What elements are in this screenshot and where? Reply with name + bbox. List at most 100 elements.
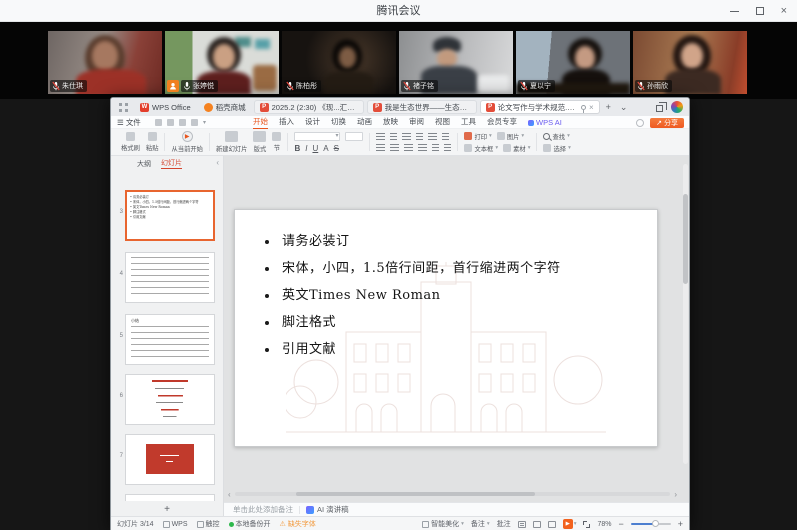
file-menu[interactable]: ☰ 文件 <box>117 116 141 129</box>
new-slide-button[interactable]: 新建幻灯片 <box>216 131 247 153</box>
tab-document-2[interactable]: P 我是生态世界——生态批评视角下的... <box>367 100 477 114</box>
zoom-out-button[interactable]: − <box>618 519 623 529</box>
tab-wps-home[interactable]: W WPS Office <box>135 100 196 114</box>
notes-toggle-button[interactable]: 备注▾ <box>471 519 490 529</box>
italic-button[interactable]: I <box>305 144 307 153</box>
indent-increase-icon[interactable] <box>416 133 423 141</box>
tab-docer-mall[interactable]: 稻壳商城 <box>199 100 251 114</box>
wps-status-item[interactable]: WPS <box>163 521 188 528</box>
zoom-in-button[interactable]: + <box>678 519 683 529</box>
normal-view-icon[interactable] <box>518 521 526 528</box>
zoom-slider[interactable] <box>631 523 671 526</box>
user-avatar[interactable] <box>671 101 683 113</box>
slide-sorter-view-icon[interactable] <box>533 521 541 528</box>
undo-icon[interactable] <box>179 119 186 126</box>
redo-icon[interactable] <box>191 119 198 126</box>
numbered-list-icon[interactable] <box>390 133 397 141</box>
pin-icon[interactable] <box>581 105 586 110</box>
speaker-notes-bar[interactable]: 单击此处添加备注 AI 演讲稿 <box>224 502 690 516</box>
justify-icon[interactable] <box>418 144 427 152</box>
ribbon-tab-insert[interactable]: 插入 <box>279 116 294 130</box>
quick-access-caret-icon[interactable]: ▾ <box>203 119 206 126</box>
ribbon-tab-animation[interactable]: 动画 <box>357 116 372 130</box>
line-spacing-icon[interactable] <box>428 133 437 141</box>
slide-thumbnail[interactable] <box>125 494 215 501</box>
font-size-select[interactable] <box>345 132 363 141</box>
align-center-icon[interactable] <box>390 144 399 152</box>
find-button[interactable]: 查找▾ <box>543 132 569 141</box>
select-button[interactable]: 选择▾ <box>543 144 570 153</box>
missing-font-warning[interactable]: ⚠ 缺失字体 <box>280 519 316 529</box>
bold-button[interactable]: B <box>294 144 300 153</box>
ribbon-tab-transition[interactable]: 切换 <box>331 116 346 130</box>
slide-thumbnail[interactable] <box>125 374 215 425</box>
ai-speech-button[interactable]: AI 演讲稿 <box>306 504 349 515</box>
app-grid-icon[interactable] <box>119 103 128 112</box>
share-button[interactable]: ↗ 分享 <box>650 118 684 128</box>
paragraph-settings-icon[interactable] <box>444 144 451 152</box>
minimize-icon[interactable] <box>730 11 739 12</box>
strikethrough-button[interactable]: S <box>334 144 339 153</box>
font-name-select[interactable] <box>294 132 340 141</box>
slide-thumbnail[interactable]: 小结 <box>125 314 215 365</box>
bullet-list-icon[interactable] <box>376 133 385 141</box>
align-right-icon[interactable] <box>404 144 413 152</box>
tab-document-1[interactable]: P 2025.2 (2:30) 《现...汇文入门... <box>254 100 364 114</box>
scroll-right-icon[interactable]: › <box>674 490 677 499</box>
participant-tile[interactable]: 夏以宁 <box>516 31 630 94</box>
collaborate-icon[interactable] <box>636 119 644 127</box>
participant-tile[interactable]: 陈柏彤 <box>282 31 396 94</box>
print-icon[interactable] <box>167 119 174 126</box>
new-tab-button[interactable]: + <box>603 102 614 112</box>
restore-window-icon[interactable] <box>656 105 663 112</box>
print-button[interactable]: 打印▾ <box>464 132 491 141</box>
maximize-icon[interactable] <box>756 7 764 15</box>
underline-button[interactable]: U <box>312 144 318 153</box>
slide-thumbnail[interactable] <box>125 252 215 303</box>
align-left-icon[interactable] <box>376 144 385 152</box>
scrollbar-thumb[interactable] <box>296 492 536 496</box>
touch-mode-toggle[interactable]: 触控 <box>197 519 220 529</box>
reading-view-icon[interactable] <box>548 521 556 528</box>
ribbon-tab-member[interactable]: 会员专享 <box>487 116 517 130</box>
save-icon[interactable] <box>155 119 162 126</box>
ribbon-tab-tools[interactable]: 工具 <box>461 116 476 130</box>
tab-close-icon[interactable]: × <box>589 103 594 112</box>
zoom-level[interactable]: 78% <box>597 521 611 528</box>
ribbon-tab-review[interactable]: 审阅 <box>409 116 424 130</box>
format-painter-button[interactable]: 格式刷 <box>121 132 140 152</box>
slide-thumbnail[interactable] <box>125 434 215 485</box>
ribbon-tab-slideshow[interactable]: 放映 <box>383 116 398 130</box>
insert-image-button[interactable]: 图片▾ <box>497 132 524 141</box>
ribbon-tab-view[interactable]: 视图 <box>435 116 450 130</box>
columns-icon[interactable] <box>432 144 439 152</box>
local-backup-status[interactable]: 本地备份开 <box>229 519 271 529</box>
close-icon[interactable]: × <box>781 6 787 16</box>
tab-list-caret-icon[interactable]: ⌄ <box>617 102 631 113</box>
comments-button[interactable]: 批注 <box>497 519 511 529</box>
tab-outline[interactable]: 大纲 <box>137 159 151 169</box>
play-from-current-button[interactable]: ▶从当前开始 <box>171 131 202 153</box>
scroll-left-icon[interactable]: ‹ <box>228 490 231 499</box>
smart-beautify-button[interactable]: 智能美化▾ <box>422 519 464 529</box>
text-direction-icon[interactable] <box>442 133 449 141</box>
participant-tile-active-speaker[interactable]: 张婷悦 <box>165 31 279 94</box>
textbox-button[interactable]: 文本框▾ <box>464 144 498 153</box>
participant-tile[interactable]: 孙雨欣 <box>633 31 747 94</box>
panel-collapse-icon[interactable]: ‹ <box>216 158 219 167</box>
section-button[interactable]: 节 <box>272 132 281 152</box>
tab-slides[interactable]: 幻灯片 <box>161 158 182 169</box>
participant-tile[interactable]: 朱仕琪 <box>48 31 162 94</box>
scrollbar-track[interactable] <box>235 492 671 496</box>
paste-button[interactable]: 粘贴 <box>146 132 159 152</box>
fit-slide-icon[interactable] <box>583 521 590 528</box>
scrollbar-thumb[interactable] <box>683 194 688 284</box>
participant-tile[interactable]: 褚子铭 <box>399 31 513 94</box>
vertical-scrollbar[interactable] <box>683 164 688 464</box>
layout-button[interactable]: 版式 <box>253 131 266 153</box>
ribbon-tab-home[interactable]: 开始 <box>253 116 268 130</box>
current-slide[interactable]: 请务必装订 宋体，小四，1.5倍行间距，首行缩进两个字符 英文Times New… <box>234 209 658 447</box>
font-color-button[interactable]: A <box>323 144 328 153</box>
indent-decrease-icon[interactable] <box>402 133 411 141</box>
ribbon-tab-design[interactable]: 设计 <box>305 116 320 130</box>
